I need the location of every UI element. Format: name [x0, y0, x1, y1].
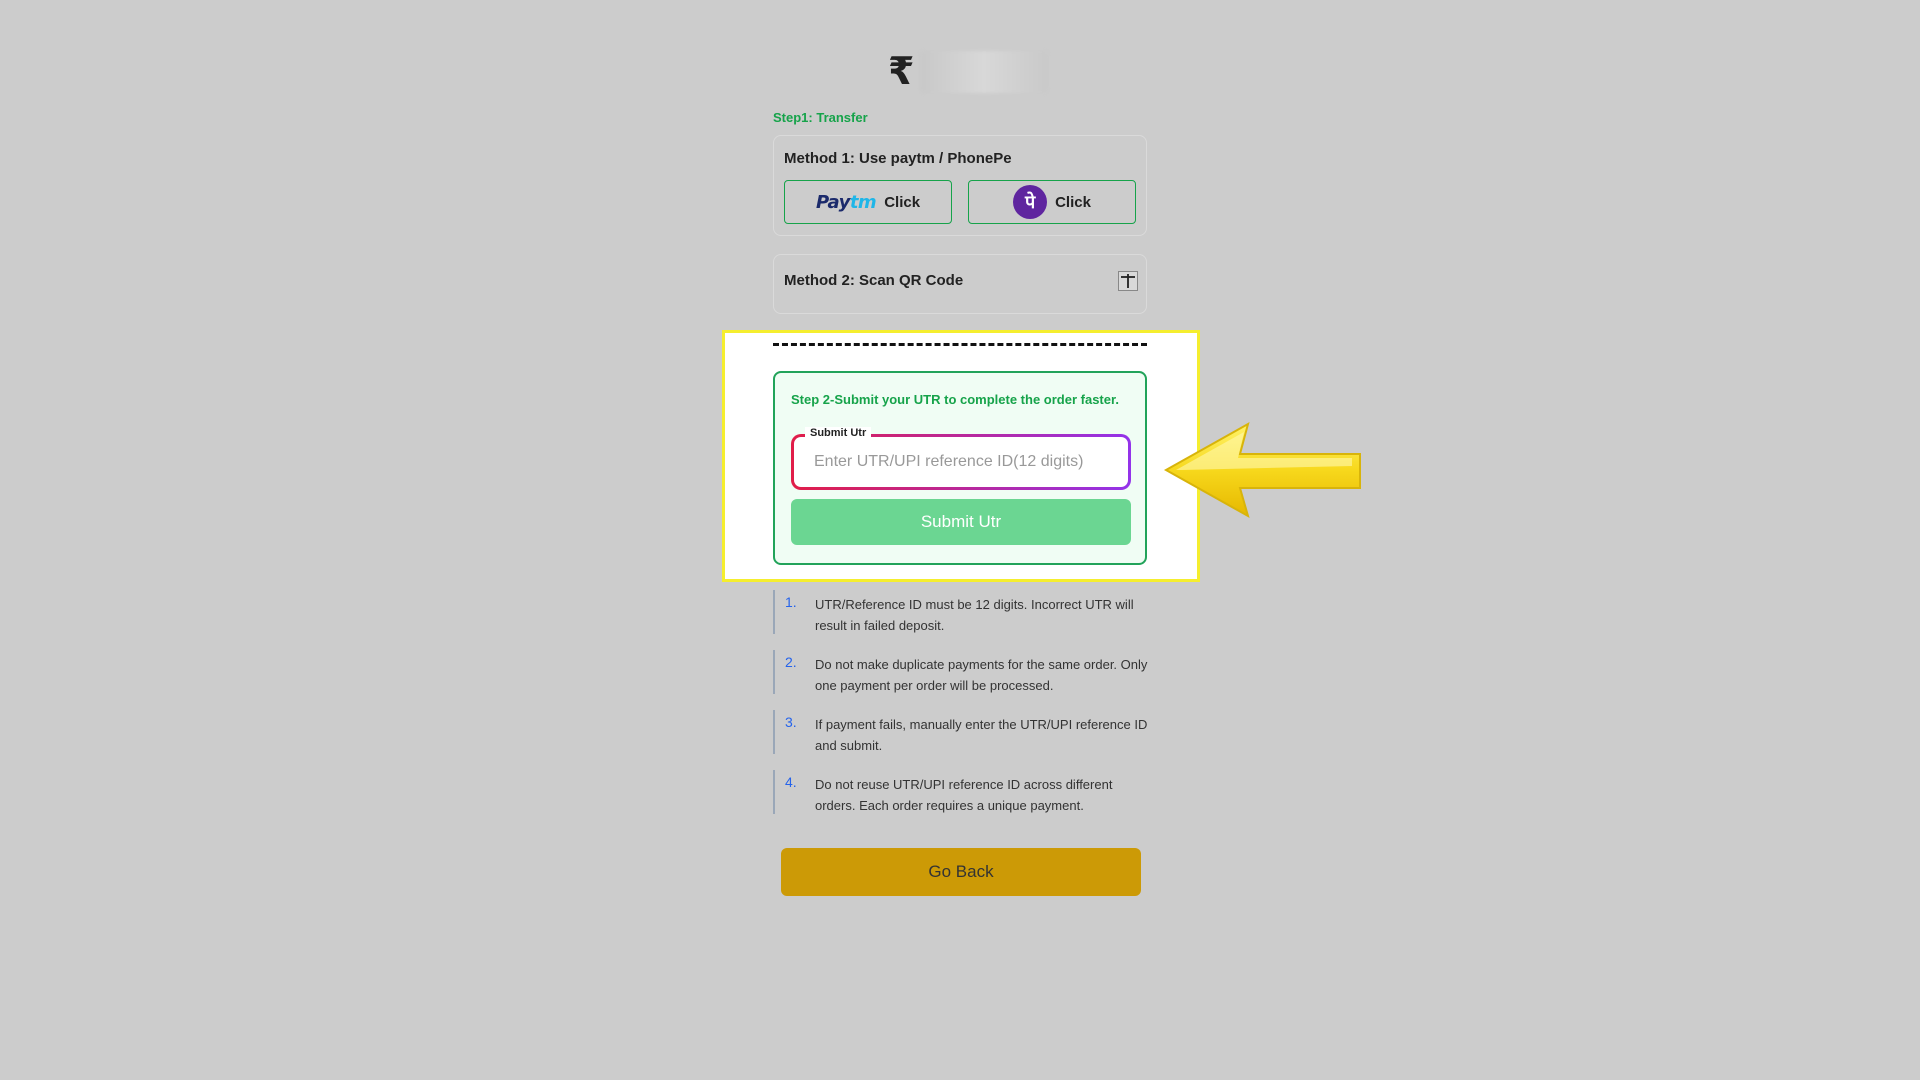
paytm-logo-icon: Paytm — [815, 191, 877, 213]
list-item: 1. UTR/Reference ID must be 12 digits. I… — [773, 590, 1147, 634]
step2-text: Step 2-Submit your UTR to complete the o… — [791, 392, 1119, 407]
method2-card[interactable]: Method 2: Scan QR Code — [773, 254, 1147, 314]
method1-title: Method 1: Use paytm / PhonePe — [784, 150, 1012, 167]
paytm-button-label: Click — [884, 193, 921, 211]
plus-icon — [1121, 274, 1135, 288]
yellow-arrow-icon — [1163, 421, 1361, 519]
method2-title: Method 2: Scan QR Code — [784, 272, 964, 289]
amount-redacted — [920, 51, 1049, 93]
instructions-list: 1. UTR/Reference ID must be 12 digits. I… — [773, 590, 1147, 830]
go-back-button[interactable]: Go Back — [781, 848, 1141, 896]
submit-utr-button[interactable]: Submit Utr — [791, 499, 1131, 545]
instruction-number: 1. — [785, 594, 797, 610]
step1-label: Step1: Transfer — [773, 110, 868, 125]
instruction-text: Do not make duplicate payments for the s… — [815, 657, 1148, 693]
list-item: 4. Do not reuse UTR/UPI reference ID acr… — [773, 770, 1147, 814]
expand-qr-button[interactable] — [1118, 271, 1138, 291]
list-item: 2. Do not make duplicate payments for th… — [773, 650, 1147, 694]
list-item: 3. If payment fails, manually enter the … — [773, 710, 1147, 754]
instruction-text: If payment fails, manually enter the UTR… — [815, 717, 1148, 753]
paytm-button[interactable]: Paytm Click — [784, 180, 952, 224]
instruction-number: 3. — [785, 714, 797, 730]
utr-field-border — [791, 434, 1131, 490]
instruction-number: 2. — [785, 654, 797, 670]
phonepe-logo-icon: पे — [1013, 185, 1048, 219]
instruction-text: Do not reuse UTR/UPI reference ID across… — [815, 777, 1113, 813]
phonepe-button-label: Click — [1055, 193, 1091, 211]
amount-display: ₹ — [888, 50, 1049, 94]
payment-page: ₹ Step1: Transfer Method 1: Use paytm / … — [0, 0, 1920, 1080]
instruction-number: 4. — [785, 774, 797, 790]
method1-card: Method 1: Use paytm / PhonePe Paytm Clic… — [773, 135, 1147, 236]
phonepe-button[interactable]: पे Click — [968, 180, 1136, 224]
rupee-symbol: ₹ — [888, 51, 915, 93]
utr-input[interactable] — [794, 437, 1128, 487]
dashed-divider — [773, 343, 1147, 346]
step2-card: Step 2-Submit your UTR to complete the o… — [773, 371, 1147, 565]
instruction-text: UTR/Reference ID must be 12 digits. Inco… — [815, 597, 1134, 633]
utr-field-label: Submit Utr — [805, 427, 872, 439]
